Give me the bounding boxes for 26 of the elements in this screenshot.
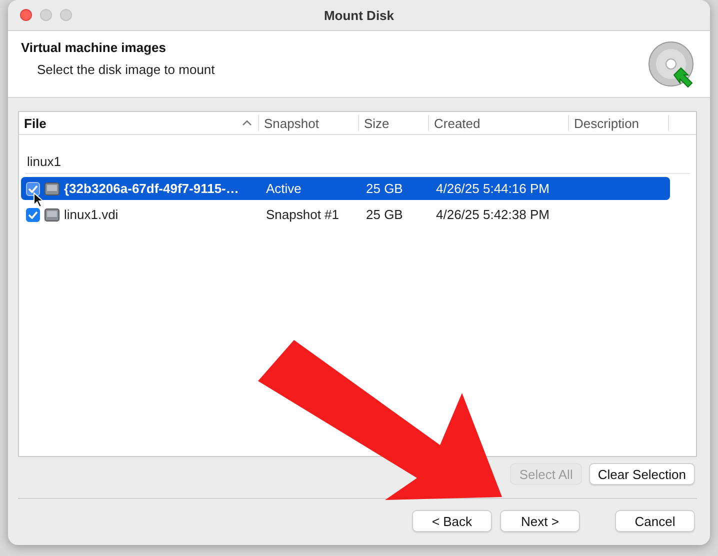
- window-title: Mount Disk: [324, 8, 394, 22]
- table-row[interactable]: linux1.vdi Snapshot #1 25 GB 4/26/25 5:42:38 PM: [21, 203, 670, 226]
- close-button[interactable]: [20, 9, 32, 21]
- checkbox[interactable]: [26, 208, 40, 222]
- column-header[interactable]: Size: [359, 115, 429, 131]
- created-cell-text: 4/26/25 5:42:38 PM: [435, 207, 550, 222]
- column-header[interactable]: Snapshot: [259, 115, 359, 131]
- file-name: {32b3206a-67df-49f7-9115-…: [64, 181, 239, 196]
- nav-button[interactable]: Next >: [500, 510, 580, 532]
- size-cell-text: 25 GB: [365, 181, 404, 196]
- header-subtitle: Select the disk image to mount: [37, 62, 216, 77]
- table-row[interactable]: {32b3206a-67df-49f7-9115-… Active 25 GB 4/26/25 5:44:16 PM: [21, 177, 670, 200]
- cancel-button[interactable]: Cancel: [615, 510, 695, 532]
- pointer-cursor-icon: [33, 192, 44, 208]
- file-name: linux1.vdi: [64, 207, 118, 222]
- group-label: linux1: [25, 154, 690, 174]
- selection-button[interactable]: Clear Selection: [588, 463, 695, 485]
- size-cell-text: 25 GB: [365, 207, 404, 222]
- header-title: Virtual machine images: [21, 40, 167, 55]
- snapshot-cell-text: Active: [265, 181, 302, 196]
- column-header[interactable]: Description: [569, 115, 669, 131]
- snapshot-cell-text: Snapshot #1: [265, 207, 340, 222]
- column-header[interactable]: File: [19, 115, 259, 131]
- column-header[interactable]: Created: [429, 115, 569, 131]
- created-cell-text: 4/26/25 5:44:16 PM: [435, 181, 550, 196]
- nav-button[interactable]: < Back: [412, 510, 492, 532]
